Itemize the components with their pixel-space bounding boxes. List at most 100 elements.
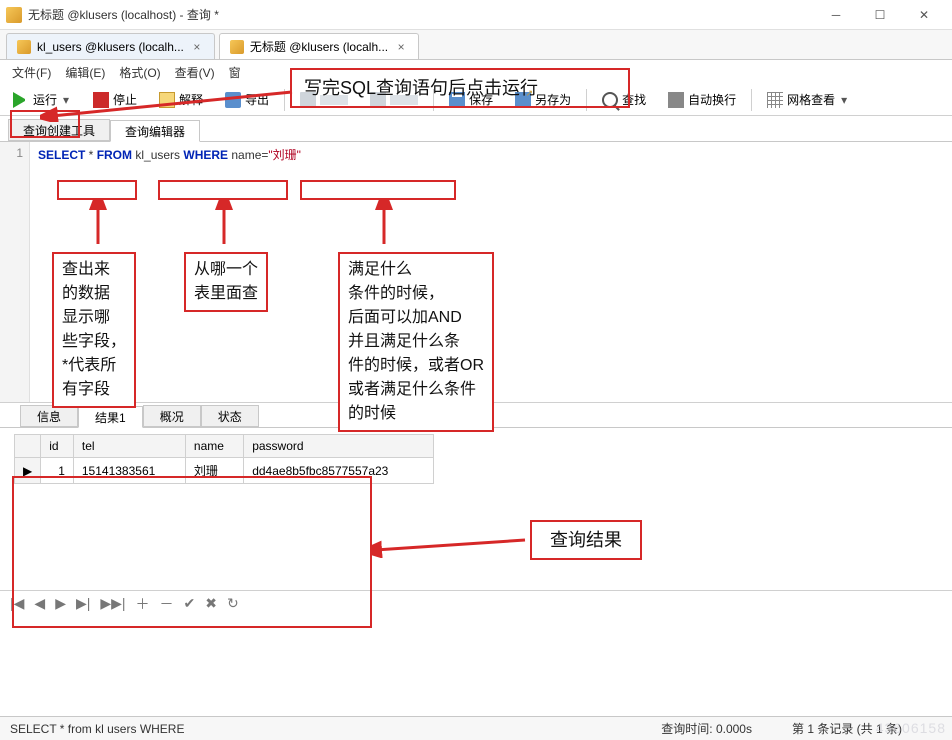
tab-query-editor[interactable]: 查询编辑器 [110, 120, 200, 142]
nav-refresh[interactable]: ↻ [227, 595, 239, 612]
play-icon [13, 92, 29, 108]
window-controls: ─ ☐ ✕ [814, 1, 946, 29]
col-tel[interactable]: tel [73, 435, 185, 458]
cell-tel[interactable]: 15141383561 [73, 458, 185, 484]
tab-status[interactable]: 状态 [201, 405, 259, 427]
query-icon [230, 40, 244, 54]
saveas-label: 另存为 [535, 91, 571, 108]
tab-profile[interactable]: 概况 [143, 405, 201, 427]
gridview-label: 网格查看 [787, 91, 835, 108]
nav-x[interactable]: ✖ [205, 595, 217, 612]
toolbar-separator [284, 89, 285, 111]
status-bar: SELECT * from kl users WHERE 查询时间: 0.000… [0, 716, 952, 740]
doc-tab-1[interactable]: kl_users @klusers (localh... × [6, 33, 215, 59]
status-sql: SELECT * from kl users WHERE [10, 722, 661, 736]
menu-format[interactable]: 格式(O) [113, 62, 166, 83]
line-gutter: 1 [0, 142, 30, 402]
stop-icon [93, 92, 109, 108]
nav-fastend[interactable]: ▶▶| [100, 595, 125, 612]
toolbar-separator [751, 89, 752, 111]
minimize-button[interactable]: ─ [814, 1, 858, 29]
export-button[interactable]: 导出 [218, 87, 276, 112]
editor-sub-tabs: 查询创建工具 查询编辑器 [0, 116, 952, 142]
toolbar-separator [586, 89, 587, 111]
window-title: 无标题 @klusers (localhost) - 查询 * [28, 6, 814, 23]
col-password[interactable]: password [244, 435, 434, 458]
close-icon[interactable]: × [190, 40, 204, 54]
menu-view[interactable]: 查看(V) [169, 62, 221, 83]
run-label: 运行 [33, 91, 57, 108]
tab-result1[interactable]: 结果1 [78, 406, 143, 428]
status-record: 第 1 条记录 (共 1 条) [792, 720, 902, 737]
export-icon [225, 92, 241, 108]
result-tabs: 信息 结果1 概况 状态 [0, 402, 952, 428]
wrap-icon [668, 92, 684, 108]
toolbar-blur-2[interactable] [363, 88, 425, 112]
grid-icon [767, 92, 783, 108]
result-grid: id tel name password ▶ 1 15141383561 刘珊 … [0, 428, 952, 590]
stop-label: 停止 [113, 91, 137, 108]
cell-id[interactable]: 1 [41, 458, 74, 484]
sql-cond-field: name= [228, 148, 268, 162]
saveas-icon [515, 92, 531, 108]
line-number: 1 [16, 146, 23, 160]
table-row[interactable]: ▶ 1 15141383561 刘珊 dd4ae8b5fbc8577557a23 [15, 458, 434, 484]
wrap-button[interactable]: 自动换行 [661, 87, 743, 112]
menu-edit[interactable]: 编辑(E) [59, 62, 111, 83]
toolbar-blur-1[interactable] [293, 88, 355, 112]
tab-info[interactable]: 信息 [20, 405, 78, 427]
menu-window-partial[interactable]: 窗 [223, 62, 247, 83]
saveas-button[interactable]: 另存为 [508, 87, 578, 112]
script-icon [159, 92, 175, 108]
nav-first[interactable]: |◀ [10, 595, 24, 612]
export-label: 导出 [245, 91, 269, 108]
cell-password[interactable]: dd4ae8b5fbc8577557a23 [244, 458, 434, 484]
doc-tab-label: kl_users @klusers (localh... [37, 40, 184, 54]
maximize-button[interactable]: ☐ [858, 1, 902, 29]
nav-check[interactable]: ✔ [184, 595, 196, 612]
tab-query-builder[interactable]: 查询创建工具 [8, 119, 110, 141]
status-time: 查询时间: 0.000s [661, 720, 752, 737]
search-icon [602, 92, 618, 108]
nav-prev[interactable]: ◀ [34, 595, 45, 612]
cell-name[interactable]: 刘珊 [185, 458, 243, 484]
save-button[interactable]: 保存 [442, 87, 500, 112]
keyword-from: FROM [97, 148, 132, 162]
table-icon [17, 40, 31, 54]
doc-tab-2[interactable]: 无标题 @klusers (localh... × [219, 33, 419, 59]
row-header-blank [15, 435, 41, 458]
code-content[interactable]: SELECT * FROM kl_users WHERE name="刘珊" [30, 142, 952, 402]
result-table[interactable]: id tel name password ▶ 1 15141383561 刘珊 … [14, 434, 434, 484]
find-button[interactable]: 查找 [595, 87, 653, 112]
dropdown-arrow-icon: ▾ [839, 93, 849, 107]
nav-minus[interactable]: － [160, 594, 174, 614]
run-button[interactable]: 运行 ▾ [6, 87, 78, 112]
save-label: 保存 [469, 91, 493, 108]
stop-button[interactable]: 停止 [86, 87, 144, 112]
sql-table: kl_users [132, 148, 183, 162]
col-name[interactable]: name [185, 435, 243, 458]
dropdown-arrow-icon: ▾ [61, 93, 71, 107]
sql-star: * [85, 148, 96, 162]
nav-plus[interactable]: ＋ [136, 594, 150, 614]
explain-label: 解释 [179, 91, 203, 108]
close-icon[interactable]: × [394, 40, 408, 54]
gridview-button[interactable]: 网格查看 ▾ [760, 87, 856, 112]
row-marker: ▶ [15, 458, 41, 484]
sql-editor[interactable]: 1 SELECT * FROM kl_users WHERE name="刘珊" [0, 142, 952, 402]
nav-next[interactable]: ▶| [76, 595, 90, 612]
find-label: 查找 [622, 91, 646, 108]
close-button[interactable]: ✕ [902, 1, 946, 29]
app-icon [6, 7, 22, 23]
result-navigator: |◀ ◀ ▶ ▶| ▶▶| ＋ － ✔ ✖ ↻ [0, 590, 952, 616]
doc-tab-label: 无标题 @klusers (localh... [250, 38, 388, 55]
table-header-row: id tel name password [15, 435, 434, 458]
window-titlebar: 无标题 @klusers (localhost) - 查询 * ─ ☐ ✕ [0, 0, 952, 30]
toolbar: 运行 ▾ 停止 解释 导出 保存 另存为 查找 自动换行 网格查看 ▾ [0, 84, 952, 116]
nav-play[interactable]: ▶ [55, 595, 66, 612]
explain-button[interactable]: 解释 [152, 87, 210, 112]
col-id[interactable]: id [41, 435, 74, 458]
menu-file[interactable]: 文件(F) [6, 62, 57, 83]
keyword-where: WHERE [183, 148, 228, 162]
document-tabs: kl_users @klusers (localh... × 无标题 @klus… [0, 30, 952, 60]
